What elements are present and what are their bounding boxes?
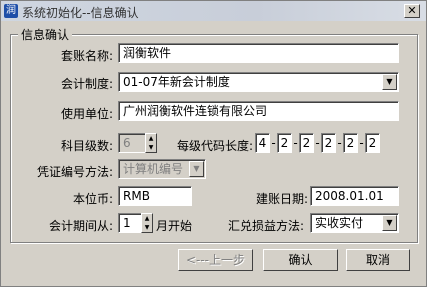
subject-levels-spinner[interactable]: ▲ ▼ [145,133,157,153]
setup-date-label: 建账日期: [255,192,308,206]
account-name-label: 套账名称: [60,49,113,63]
accounting-system-select[interactable]: 01-07年新会计制度 ▼ [118,72,399,92]
company-label: 使用单位: [60,107,113,121]
voucher-method-value: 计算机编号 [123,162,184,176]
dialog-window: 润 系统初始化--信息确认 ✕ 信息确认 套账名称: 润衡软件 会计制度: 01… [0,0,427,287]
account-name-input[interactable]: 润衡软件 [118,43,399,63]
subject-levels-input[interactable]: 6 [118,133,146,153]
prev-step-button[interactable]: <---上一步 [178,249,253,271]
code-length-segment[interactable]: 2 [299,133,314,153]
group-title: 信息确认 [18,26,73,43]
cancel-button[interactable]: 取消 [346,249,410,271]
code-length-segment[interactable]: 2 [365,133,380,153]
period-start-suffix: 月开始 [156,219,193,233]
setup-date-input[interactable]: 2008.01.01 [310,186,399,206]
app-icon: 润 [4,4,18,18]
exchange-method-label: 汇兑损益方法: [227,219,304,233]
subject-levels-label: 科目级数: [60,139,113,153]
currency-label: 本位币: [72,192,113,206]
exchange-method-value: 实收实付 [315,216,364,230]
code-length-segment[interactable]: 2 [277,133,292,153]
voucher-method-select[interactable]: 计算机编号 ▼ [118,159,206,179]
chevron-down-icon[interactable]: ▼ [189,161,204,177]
chevron-down-icon[interactable]: ▼ [382,215,397,231]
currency-input[interactable]: RMB [118,186,192,206]
code-length-label: 每级代码长度: [176,139,253,153]
close-button[interactable]: ✕ [404,4,420,18]
period-start-spinner[interactable]: ▲ ▼ [141,213,153,233]
title-bar[interactable]: 润 系统初始化--信息确认 ✕ [1,1,426,21]
code-length-segment[interactable]: 4 [255,133,270,153]
accounting-system-label: 会计制度: [60,77,113,91]
code-length-segment[interactable]: 2 [343,133,358,153]
accounting-system-value: 01-07年新会计制度 [123,75,230,89]
confirm-button[interactable]: 确认 [263,249,338,271]
period-start-label: 会计期间从: [48,219,113,233]
code-length-segment[interactable]: 2 [321,133,336,153]
company-input[interactable]: 广州润衡软件连锁有限公司 [118,101,399,121]
chevron-down-icon[interactable]: ▼ [382,74,397,90]
window-title: 系统初始化--信息确认 [22,6,139,20]
voucher-method-label: 凭证编号方法: [36,165,113,179]
period-start-input[interactable]: 1 [118,213,142,233]
exchange-method-select[interactable]: 实收实付 ▼ [310,213,399,233]
